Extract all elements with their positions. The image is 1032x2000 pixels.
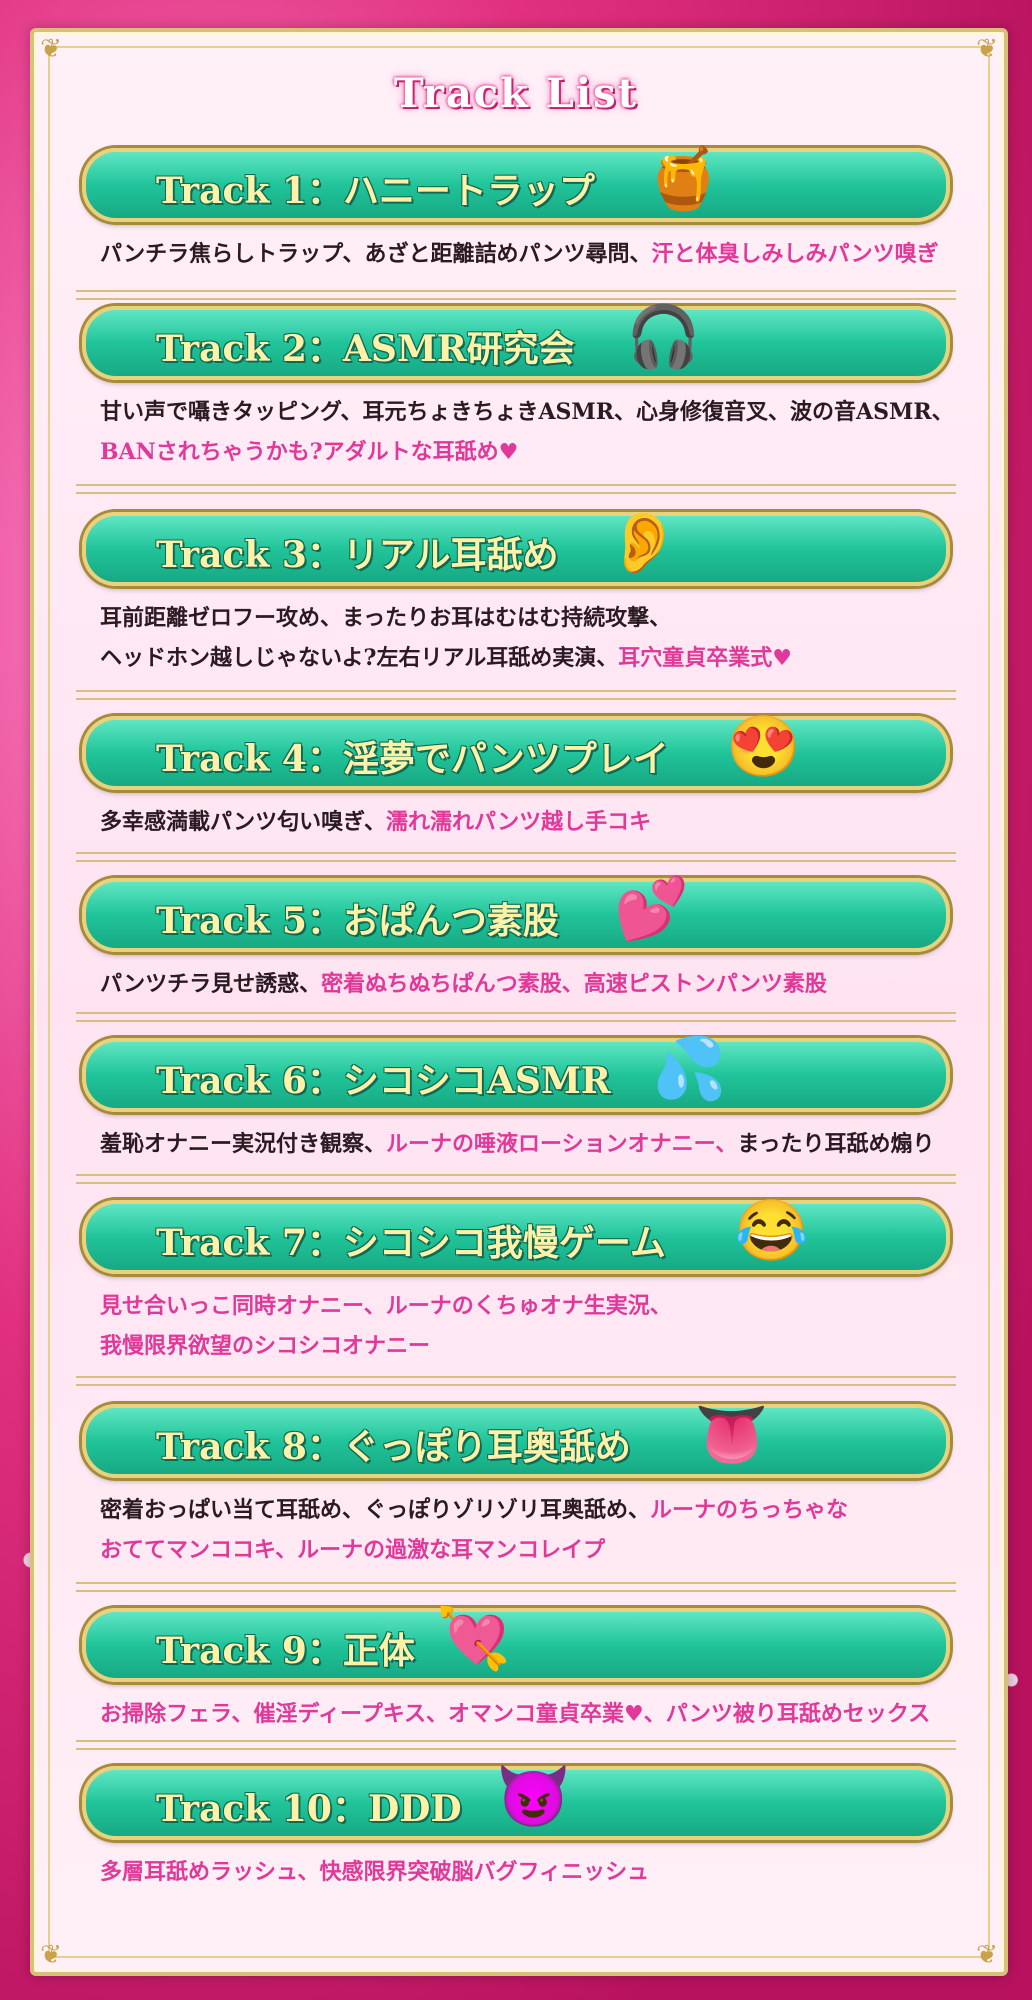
description-text: 多幸感満載パンツ匂い嗅ぎ、 [100, 809, 387, 835]
track-item: Track 1：ハニートラップ 🍯 パンチラ焦らしトラップ、あざと距離詰めパンツ尋問… [82, 144, 950, 274]
track-item: Track 5：おぱんつ素股 💕 パンツチラ見せ誘惑、密着ぬちぬちぱんつ素股、高速ピ… [82, 874, 950, 1004]
highlighted-text: 耳穴童貞卒業式♥ [618, 645, 792, 671]
highlighted-text: ルーナのちっちゃな [650, 1497, 849, 1523]
highlighted-text: おててマンココキ、ルーナの過激な耳マンコレイプ [100, 1537, 606, 1563]
track-title: Track 5：おぱんつ素股 [156, 900, 559, 942]
track-emoji-icon: 😂 [734, 1196, 809, 1266]
description-line: 見せ合いっこ同時オナニー、ルーナのくちゅオナ生実況、 [100, 1286, 950, 1326]
description-line: お掃除フェラ、催淫ディープキス、オマンコ童貞卒業♥、パンツ被り耳舐めセックス [100, 1694, 950, 1734]
track-item: Track 9：正体 💘 お掃除フェラ、催淫ディープキス、オマンコ童貞卒業♥、パンツ… [82, 1604, 950, 1734]
description-text: パンツチラ見せ誘惑、 [100, 971, 322, 997]
track-banner: Track 8：ぐっぽり耳奥舐め 👅 [82, 1400, 950, 1478]
track-item: Track 6：シコシコASMR 💦 羞恥オナニー実況付き観察、ルーナの唾液ローショ… [82, 1034, 950, 1164]
description-line: BANされちゃうかも?アダルトな耳舐め♥ [100, 432, 950, 472]
track-title: Track 2：ASMR研究会 [156, 328, 575, 370]
section-divider [76, 690, 956, 700]
description-line: 甘い声で囁きタッピング、耳元ちょきちょきASMR、心身修復音叉、波の音ASMR、 [100, 392, 954, 432]
description-text: 羞恥オナニー実況付き観察、 [100, 1131, 387, 1157]
track-banner: Track 3：リアル耳舐め 👂 [82, 508, 950, 586]
description-line: 羞恥オナニー実況付き観察、ルーナの唾液ローションオナニー、まったり耳舐め煽り [100, 1124, 950, 1164]
highlighted-text: BANされちゃうかも?アダルトな耳舐め♥ [100, 439, 519, 465]
description-text: ヘッドホン越しじゃないよ?左右リアル耳舐め実演、 [100, 645, 619, 671]
section-divider [76, 1740, 956, 1750]
corner-ornament-icon: ❦ [976, 34, 998, 64]
track-banner: Track 5：おぱんつ素股 💕 [82, 874, 950, 952]
description-text: パンチラ焦らしトラップ、あざと距離詰めパンツ尋問、 [100, 241, 652, 267]
track-description: お掃除フェラ、催淫ディープキス、オマンコ童貞卒業♥、パンツ被り耳舐めセックス [82, 1694, 950, 1734]
track-emoji-icon: 👂 [606, 508, 681, 578]
highlighted-text: 密着ぬちぬちぱんつ素股、高速ピストンパンツ素股 [321, 971, 827, 997]
track-description: 密着おっぱい当て耳舐め、ぐっぽりゾリゾリ耳奥舐め、ルーナのちっちゃなおててマンコ… [82, 1490, 950, 1570]
highlighted-text: 汗と体臭しみしみパンツ嗅ぎ [651, 241, 939, 267]
track-description: パンツチラ見せ誘惑、密着ぬちぬちぱんつ素股、高速ピストンパンツ素股 [82, 964, 950, 1004]
track-banner: Track 9：正体 💘 [82, 1604, 950, 1682]
track-title: Track 8：ぐっぽり耳奥舐め [156, 1426, 631, 1468]
corner-ornament-icon: ❦ [976, 1940, 998, 1970]
track-description: 甘い声で囁きタッピング、耳元ちょきちょきASMR、心身修復音叉、波の音ASMR、… [82, 392, 954, 472]
section-divider [76, 852, 956, 862]
track-banner: Track 10：DDD 😈 [82, 1762, 950, 1840]
track-emoji-icon: 🎧 [626, 302, 701, 372]
track-item: Track 7：シコシコ我慢ゲーム 😂 見せ合いっこ同時オナニー、ルーナのくちゅオナ… [82, 1196, 950, 1366]
corner-ornament-icon: ❦ [40, 34, 62, 64]
corner-ornament-icon: ❦ [40, 1940, 62, 1970]
highlighted-text: 濡れ濡れパンツ越し手コキ [386, 809, 652, 835]
track-item: Track 3：リアル耳舐め 👂 耳前距離ゼロフー攻め、まったりお耳はむはむ持続攻撃… [82, 508, 950, 678]
section-divider [76, 290, 956, 300]
track-emoji-icon: 🍯 [646, 144, 721, 214]
highlighted-text: 我慢限界欲望のシコシコオナニー [100, 1333, 431, 1359]
track-description: 多層耳舐めラッシュ、快感限界突破脳バグフィニッシュ [82, 1852, 950, 1892]
track-emoji-icon: 💦 [652, 1034, 727, 1104]
track-banner: Track 4：淫夢でパンツプレイ 😍 [82, 712, 950, 790]
description-line: おててマンココキ、ルーナの過激な耳マンコレイプ [100, 1530, 950, 1570]
highlighted-text: ルーナの唾液ローションオナニー、 [386, 1131, 738, 1157]
description-line: 我慢限界欲望のシコシコオナニー [100, 1326, 950, 1366]
track-description: パンチラ焦らしトラップ、あざと距離詰めパンツ尋問、汗と体臭しみしみパンツ嗅ぎ [82, 234, 950, 274]
track-title: Track 9：正体 [156, 1630, 415, 1672]
section-divider [76, 1582, 956, 1592]
track-title: Track 7：シコシコ我慢ゲーム [156, 1222, 666, 1264]
track-title: Track 4：淫夢でパンツプレイ [156, 738, 669, 780]
track-banner: Track 6：シコシコASMR 💦 [82, 1034, 950, 1112]
track-item: Track 10：DDD 😈 多層耳舐めラッシュ、快感限界突破脳バグフィニッシュ [82, 1762, 950, 1892]
description-text: まったり耳舐め煽り [737, 1131, 935, 1157]
track-description: 耳前距離ゼロフー攻め、まったりお耳はむはむ持続攻撃、 ヘッドホン越しじゃないよ?左… [82, 598, 950, 678]
track-emoji-icon: 💘 [436, 1604, 511, 1674]
description-line: 多層耳舐めラッシュ、快感限界突破脳バグフィニッシュ [100, 1852, 950, 1892]
description-line: 耳前距離ゼロフー攻め、まったりお耳はむはむ持続攻撃、 [100, 598, 950, 638]
description-line: ヘッドホン越しじゃないよ?左右リアル耳舐め実演、耳穴童貞卒業式♥ [100, 638, 950, 678]
track-banner: Track 1：ハニートラップ 🍯 [82, 144, 950, 222]
highlighted-text: お掃除フェラ、催淫ディープキス、オマンコ童貞卒業♥、パンツ被り耳舐めセックス [100, 1701, 931, 1727]
description-text: 耳前距離ゼロフー攻め、まったりお耳はむはむ持続攻撃、 [100, 605, 672, 631]
description-line: パンツチラ見せ誘惑、密着ぬちぬちぱんつ素股、高速ピストンパンツ素股 [100, 964, 950, 1004]
track-emoji-icon: 😍 [726, 712, 801, 782]
track-emoji-icon: 😈 [496, 1762, 571, 1832]
section-divider [76, 1376, 956, 1386]
track-title: Track 3：リアル耳舐め [156, 534, 559, 576]
track-emoji-icon: 💕 [614, 874, 689, 944]
description-text: 密着おっぱい当て耳舐め、ぐっぽりゾリゾリ耳奥舐め、 [100, 1497, 651, 1523]
description-line: 多幸感満載パンツ匂い嗅ぎ、濡れ濡れパンツ越し手コキ [100, 802, 950, 842]
track-title: Track 1：ハニートラップ [156, 170, 595, 212]
track-banner: Track 2：ASMR研究会 🎧 [82, 302, 950, 380]
track-item: Track 8：ぐっぽり耳奥舐め 👅 密着おっぱい当て耳舐め、ぐっぽりゾリゾリ耳奥舐… [82, 1400, 950, 1570]
highlighted-text: 多層耳舐めラッシュ、快感限界突破脳バグフィニッシュ [100, 1859, 650, 1885]
section-divider [76, 1174, 956, 1184]
track-title: Track 6：シコシコASMR [156, 1060, 611, 1102]
page-title: Track List [393, 70, 639, 117]
track-description: 多幸感満載パンツ匂い嗅ぎ、濡れ濡れパンツ越し手コキ [82, 802, 950, 842]
section-divider [76, 484, 956, 494]
track-item: Track 2：ASMR研究会 🎧 甘い声で囁きタッピング、耳元ちょきちょきASMR… [82, 302, 954, 472]
track-title: Track 10：DDD [156, 1788, 462, 1830]
track-banner: Track 7：シコシコ我慢ゲーム 😂 [82, 1196, 950, 1274]
description-text: 甘い声で囁きタッピング、耳元ちょきちょきASMR、心身修復音叉、波の音ASMR、 [100, 399, 954, 425]
section-divider [76, 1012, 956, 1022]
track-item: Track 4：淫夢でパンツプレイ 😍 多幸感満載パンツ匂い嗅ぎ、濡れ濡れパンツ越し… [82, 712, 950, 842]
highlighted-text: 見せ合いっこ同時オナニー、ルーナのくちゅオナ生実況、 [100, 1293, 672, 1319]
track-emoji-icon: 👅 [694, 1400, 769, 1470]
description-line: パンチラ焦らしトラップ、あざと距離詰めパンツ尋問、汗と体臭しみしみパンツ嗅ぎ [100, 234, 950, 274]
track-description: 見せ合いっこ同時オナニー、ルーナのくちゅオナ生実況、 我慢限界欲望のシコシコオナニ… [82, 1286, 950, 1366]
track-description: 羞恥オナニー実況付き観察、ルーナの唾液ローションオナニー、まったり耳舐め煽り [82, 1124, 950, 1164]
description-line: 密着おっぱい当て耳舐め、ぐっぽりゾリゾリ耳奥舐め、ルーナのちっちゃな [100, 1490, 950, 1530]
